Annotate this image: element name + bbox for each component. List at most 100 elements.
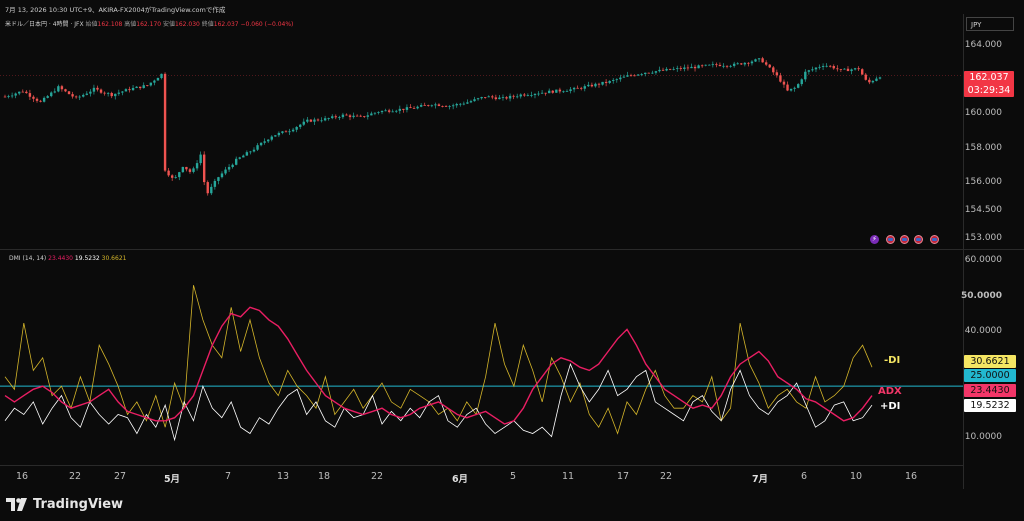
candle bbox=[35, 98, 39, 101]
time-tick: 17 bbox=[616, 471, 630, 482]
time-tick: 22 bbox=[68, 471, 82, 482]
candle bbox=[302, 121, 305, 125]
candle bbox=[249, 151, 252, 153]
candle bbox=[78, 96, 81, 98]
candle bbox=[252, 149, 256, 152]
candle bbox=[160, 73, 163, 79]
candle bbox=[277, 132, 281, 136]
candle bbox=[537, 93, 540, 95]
time-tick: 16 bbox=[904, 471, 918, 482]
candle bbox=[861, 69, 864, 75]
candle bbox=[267, 139, 270, 142]
candle bbox=[71, 94, 74, 97]
candle bbox=[683, 67, 686, 69]
candle bbox=[387, 110, 391, 112]
candle bbox=[512, 95, 515, 97]
candle bbox=[170, 175, 174, 178]
plus-di-tag: 19.5232 bbox=[964, 399, 1016, 412]
candle bbox=[224, 169, 227, 174]
candle bbox=[299, 124, 302, 127]
candle bbox=[377, 112, 380, 113]
time-axis-border bbox=[0, 465, 963, 466]
candle bbox=[597, 83, 601, 85]
price-tick: 158.000 bbox=[964, 143, 1002, 153]
tradingview-logo[interactable]: TradingView bbox=[6, 497, 123, 512]
time-tick: 22 bbox=[659, 471, 673, 482]
tradingview-logo-text: TradingView bbox=[33, 497, 124, 512]
candle bbox=[782, 81, 786, 85]
candle bbox=[821, 65, 825, 67]
candle bbox=[708, 64, 711, 66]
time-tick: 27 bbox=[113, 471, 127, 482]
candle bbox=[110, 92, 113, 97]
candle bbox=[487, 96, 490, 98]
minus-di-tag: 30.6621 bbox=[964, 355, 1016, 368]
price-axis-border bbox=[963, 14, 964, 489]
candle bbox=[149, 82, 153, 86]
candle bbox=[242, 155, 245, 158]
candle bbox=[409, 107, 412, 109]
candle bbox=[231, 164, 234, 168]
candle bbox=[562, 91, 565, 93]
candle bbox=[39, 100, 42, 102]
candle bbox=[284, 131, 288, 133]
time-tick: 10 bbox=[849, 471, 863, 482]
candle bbox=[629, 75, 633, 77]
candle bbox=[818, 66, 821, 68]
currency-selector[interactable]: JPY bbox=[966, 17, 1014, 31]
candle bbox=[811, 69, 814, 71]
candle bbox=[555, 89, 558, 93]
candle bbox=[259, 142, 263, 146]
price-tick: 154.500 bbox=[964, 205, 1002, 215]
candle bbox=[640, 74, 643, 75]
candle bbox=[551, 90, 554, 93]
candle bbox=[850, 69, 853, 72]
candle bbox=[825, 65, 828, 67]
candle bbox=[156, 78, 160, 81]
candle bbox=[117, 92, 121, 94]
candle bbox=[202, 154, 206, 183]
candle bbox=[174, 177, 177, 178]
candle bbox=[498, 97, 501, 100]
candle bbox=[775, 72, 779, 76]
chart-canvas[interactable] bbox=[0, 0, 963, 465]
candle bbox=[64, 89, 67, 92]
candle bbox=[832, 66, 835, 69]
candle bbox=[757, 58, 761, 60]
candle bbox=[501, 97, 505, 98]
candle bbox=[142, 85, 145, 89]
candle bbox=[46, 96, 49, 98]
candle bbox=[651, 72, 654, 74]
level-tag: 25.0000 bbox=[964, 369, 1016, 382]
candle bbox=[604, 81, 608, 83]
candle bbox=[875, 78, 878, 81]
candle bbox=[444, 106, 448, 108]
tradingview-logo-icon bbox=[6, 498, 27, 511]
candle bbox=[704, 64, 707, 66]
candle bbox=[320, 120, 323, 122]
adx-line bbox=[4, 306, 873, 425]
time-tick: 13 bbox=[276, 471, 290, 482]
candle bbox=[373, 112, 377, 114]
candle bbox=[405, 107, 409, 110]
candle bbox=[612, 79, 615, 81]
candle bbox=[57, 86, 60, 92]
candle bbox=[718, 64, 722, 66]
candle bbox=[644, 72, 647, 75]
candle bbox=[729, 65, 732, 67]
candle bbox=[476, 98, 480, 100]
candle bbox=[732, 63, 736, 66]
candle bbox=[355, 115, 359, 117]
candle bbox=[234, 158, 238, 165]
candle bbox=[722, 65, 725, 67]
candle bbox=[82, 94, 85, 97]
candle bbox=[380, 111, 384, 113]
candle bbox=[526, 95, 530, 96]
candle bbox=[206, 182, 209, 194]
candle bbox=[92, 87, 96, 92]
candle bbox=[473, 99, 476, 102]
candle bbox=[263, 141, 266, 143]
candle bbox=[441, 105, 444, 107]
candle bbox=[480, 97, 483, 99]
candle bbox=[857, 68, 860, 70]
